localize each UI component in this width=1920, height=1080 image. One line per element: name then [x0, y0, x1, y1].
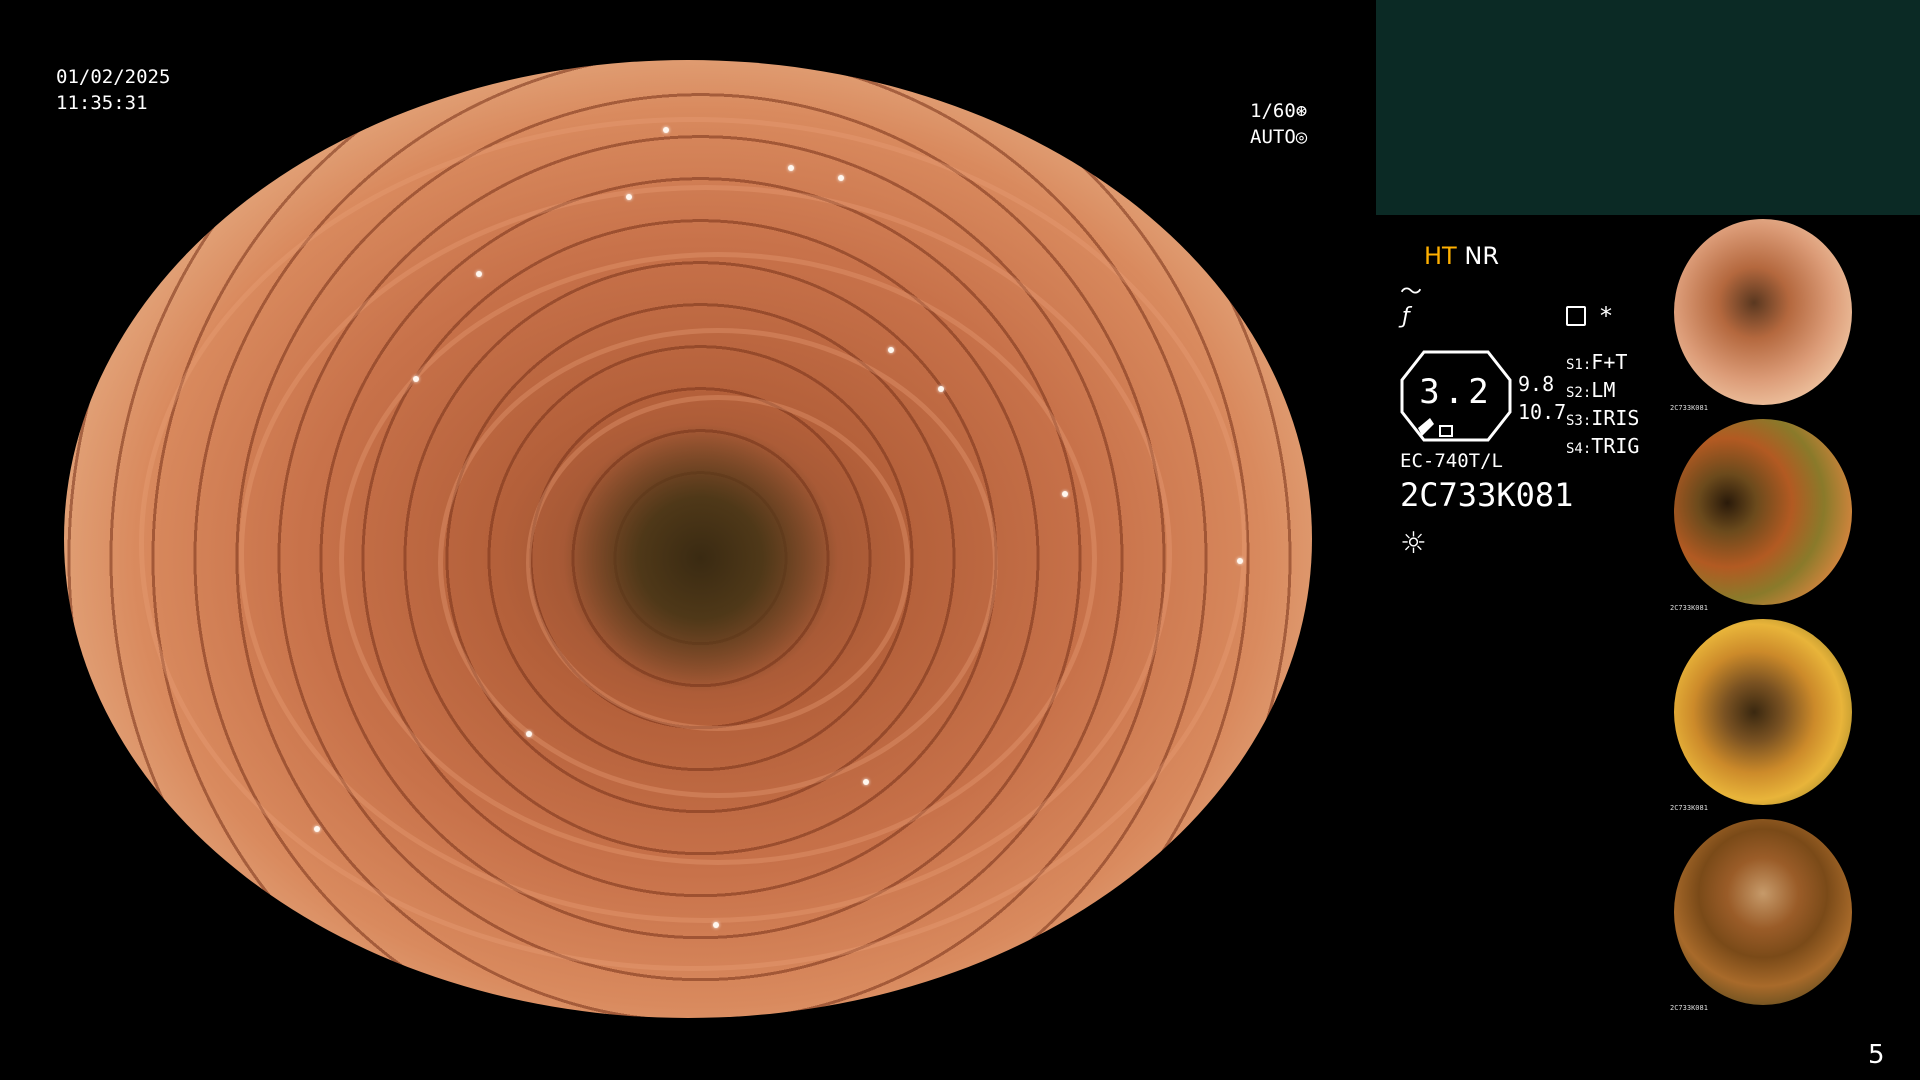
thumbnail-image	[1674, 819, 1852, 1005]
page-number: 5	[1868, 1040, 1885, 1070]
light-reflection	[475, 270, 482, 277]
exposure-readout: 1/60⊛ AUTO◎	[1250, 98, 1307, 150]
time-text: 11:35:31	[56, 92, 148, 114]
switch-row: S2:LM	[1566, 378, 1616, 402]
date-text: 01/02/2025	[56, 66, 171, 88]
enhancement-value: 3.2	[1419, 372, 1493, 412]
switch-key: S4	[1566, 441, 1583, 457]
scope-model: EC-740T/L	[1400, 450, 1503, 472]
switch-key: S2	[1566, 385, 1583, 401]
thumbnail[interactable]: 2C733K081	[1670, 815, 1920, 1012]
thumbnail-label: 2C733K081	[1670, 604, 1708, 612]
thumbnail-image	[1674, 619, 1852, 805]
shutter-text: 1/60	[1250, 100, 1296, 122]
iris-text: AUTO	[1250, 126, 1296, 148]
asterisk-icon: *	[1600, 302, 1612, 330]
light-reflection	[625, 194, 632, 201]
thumbnail-label: 2C733K081	[1670, 1004, 1708, 1012]
thumbnail-label: 2C733K081	[1670, 804, 1708, 812]
switch-row: S4:TRIG	[1566, 434, 1640, 458]
shutter-icon: ⊛	[1295, 100, 1308, 122]
thumbnail[interactable]: 2C733K081	[1670, 615, 1920, 812]
switch-key: S1	[1566, 357, 1583, 373]
shutter-row: 1/60⊛	[1250, 98, 1307, 124]
record-icon	[1566, 306, 1586, 326]
switch-key: S3	[1566, 413, 1583, 429]
switch-value: IRIS	[1591, 406, 1640, 430]
thumbnail-image	[1674, 419, 1852, 605]
iris-row: AUTO◎	[1250, 124, 1307, 150]
value-upper: 9.8	[1518, 372, 1555, 396]
light-reflection	[937, 385, 944, 392]
info-panel-top	[1376, 0, 1920, 215]
switch-row: S3:IRIS	[1566, 406, 1640, 430]
endoscope-view	[64, 60, 1312, 1018]
curve-icon: 〜	[1400, 280, 1423, 305]
switch-value: LM	[1591, 378, 1616, 402]
datetime-readout: 01/02/2025 11:35:31	[56, 64, 170, 116]
switch-row: S1:F+T	[1566, 350, 1628, 374]
iris-icon: ◎	[1295, 126, 1308, 148]
enhancement-level-display: 3.2	[1400, 350, 1512, 442]
switch-value: F+T	[1591, 350, 1628, 374]
measurement-values: 9.8 10.7	[1518, 370, 1566, 426]
light-icon: ☼	[1400, 526, 1427, 561]
ht-indicator: HT	[1424, 242, 1457, 270]
scope-serial: 2C733K081	[1400, 476, 1574, 514]
thumbnail[interactable]: 2C733K081	[1670, 415, 1920, 612]
light-reflection	[837, 174, 844, 181]
value-lower: 10.7	[1518, 400, 1567, 424]
processing-status: HT NR	[1424, 242, 1499, 270]
thumbnail-label: 2C733K081	[1670, 404, 1708, 412]
function-icon: ƒ	[1402, 304, 1410, 329]
nr-indicator: NR	[1464, 242, 1499, 270]
light-reflection	[525, 730, 532, 737]
switch-value: TRIG	[1591, 434, 1640, 458]
light-reflection	[862, 778, 869, 785]
thumbnail[interactable]: 2C733K081	[1670, 215, 1920, 412]
switch-list: S1:F+T S2:LM S3:IRIS S4:TRIG	[1566, 350, 1639, 462]
mucosal-fold	[525, 395, 911, 732]
thumbnail-image	[1674, 219, 1852, 405]
